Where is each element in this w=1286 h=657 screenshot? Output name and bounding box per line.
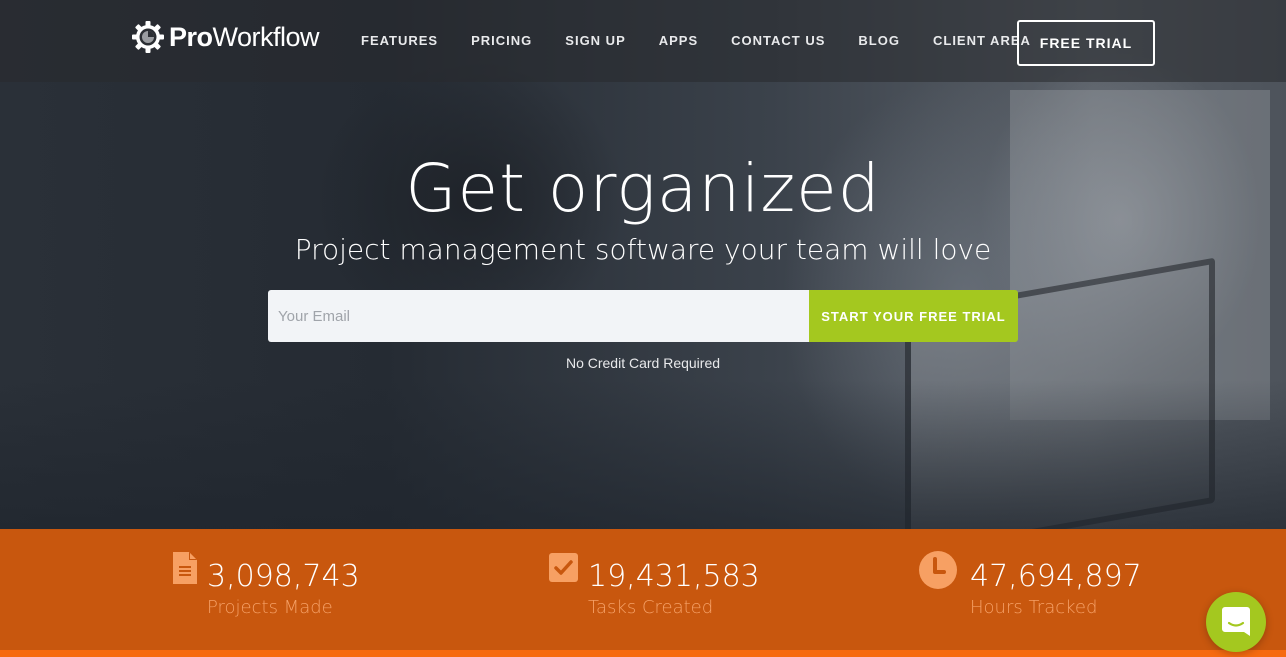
nav-link-apps[interactable]: APPS — [659, 33, 698, 48]
logo-text-bold: Pro — [169, 21, 213, 52]
bottom-accent-strip — [0, 650, 1286, 657]
stat-projects: 3,098,743 Projects Made — [172, 552, 360, 618]
checkbox-icon — [549, 553, 578, 582]
stat-label: Tasks Created — [588, 597, 714, 618]
gear-logo-icon — [132, 21, 164, 53]
chat-bubble-icon — [1222, 607, 1250, 636]
stats-bar: 3,098,743 Projects Made 19,431,583 Tasks… — [0, 529, 1286, 650]
nav-link-blog[interactable]: BLOG — [858, 33, 900, 48]
hero-subheadline: Project management software your team wi… — [294, 233, 992, 266]
clock-icon — [919, 551, 957, 589]
free-trial-button[interactable]: FREE TRIAL — [1017, 20, 1155, 66]
document-icon — [173, 552, 197, 584]
nav-link-contact-us[interactable]: CONTACT US — [731, 33, 825, 48]
stat-value: 3,098,743 — [207, 559, 360, 594]
stat-value: 19,431,583 — [588, 559, 760, 594]
stat-hours: 47,694,897 Hours Tracked — [918, 551, 1142, 618]
stat-label: Hours Tracked — [970, 597, 1098, 618]
nav-link-features[interactable]: FEATURES — [361, 33, 438, 48]
stat-value: 47,694,897 — [970, 559, 1142, 594]
stat-label: Projects Made — [207, 597, 333, 618]
nav-link-pricing[interactable]: PRICING — [471, 33, 532, 48]
signup-form: START YOUR FREE TRIAL — [268, 290, 1018, 342]
email-input[interactable] — [268, 290, 809, 342]
chat-launcher-button[interactable] — [1206, 592, 1266, 652]
nav-link-sign-up[interactable]: SIGN UP — [565, 33, 625, 48]
logo-text-regular: Workflow — [212, 21, 320, 52]
stat-tasks: 19,431,583 Tasks Created — [549, 553, 760, 618]
hero-section: ProWorkflow FEATURES PRICING SIGN UP APP… — [0, 0, 1286, 529]
top-navigation: ProWorkflow FEATURES PRICING SIGN UP APP… — [0, 0, 1286, 82]
start-free-trial-button[interactable]: START YOUR FREE TRIAL — [809, 290, 1018, 342]
no-credit-card-note: No Credit Card Required — [565, 355, 721, 371]
hero-headline: Get organized — [405, 150, 881, 227]
logo[interactable]: ProWorkflow — [131, 20, 320, 54]
nav-links: FEATURES PRICING SIGN UP APPS CONTACT US… — [361, 33, 1064, 48]
